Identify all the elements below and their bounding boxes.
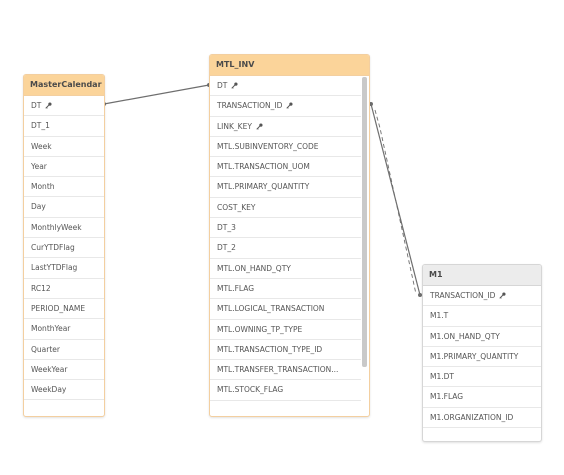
field-name: LastYTDFlag	[31, 263, 78, 273]
field-row[interactable]: LINK_KEY	[210, 117, 361, 137]
field-name: Quarter	[31, 344, 60, 354]
field-row[interactable]: DT_2	[210, 238, 361, 259]
field-name: DT_2	[217, 243, 236, 253]
field-name: Day	[31, 202, 46, 212]
field-name: TRANSACTION_ID	[217, 101, 283, 111]
link-dt	[103, 84, 210, 105]
field-row[interactable]: MTL.LOGICAL_TRANSACTION	[210, 299, 361, 320]
table-m1[interactable]: M1 TRANSACTION_ID M1.T M1.ON_HAND_QTY M1.PR…	[422, 264, 542, 442]
field-row[interactable]: TRANSACTION_ID	[423, 286, 541, 307]
field-row[interactable]: M1.FLAG	[423, 387, 541, 408]
field-name: TRANSACTION_ID	[430, 291, 496, 300]
field-row[interactable]: DT_3	[210, 218, 361, 239]
field-row[interactable]: DT_1	[24, 116, 104, 137]
field-row[interactable]: MTL.TRANSFER_TRANSACTION...	[210, 360, 361, 381]
field-row[interactable]: Year	[24, 157, 104, 178]
field-name: M1.ON_HAND_QTY	[430, 331, 500, 341]
field-name: MTL.FLAG	[217, 283, 255, 293]
link-transaction-id-dashed	[374, 109, 417, 295]
field-row[interactable]: Month	[24, 177, 104, 198]
field-row[interactable]: MTL.FLAG	[210, 279, 361, 300]
key-icon	[45, 102, 52, 109]
field-name: MTL.SUBINVENTORY_CODE	[217, 141, 319, 151]
field-row[interactable]: MTL.TRANSACTION_UOM	[210, 157, 361, 178]
field-name: PERIOD_NAME	[31, 303, 86, 313]
field-row[interactable]: MTL.PRIMARY_QUANTITY	[210, 177, 361, 198]
field-name: Year	[31, 161, 47, 171]
field-name: COST_KEY	[217, 202, 256, 212]
field-name: MonthlyWeek	[31, 222, 82, 232]
field-name: MTL.OWNING_TP_TYPE	[217, 324, 303, 334]
key-icon	[256, 123, 263, 130]
field-row[interactable]: DT	[24, 96, 104, 117]
field-row[interactable]: M1.PRIMARY_QUANTITY	[423, 347, 541, 368]
link-transaction-id	[370, 103, 421, 296]
field-list: DT DT_1 Week Year Month Day MonthlyWeek CurYTDF…	[24, 96, 104, 401]
field-name: CurYTDFlag	[31, 243, 75, 253]
field-name: M1.ORGANIZATION_ID	[430, 412, 514, 422]
key-icon	[231, 82, 238, 89]
field-name: LINK_KEY	[217, 121, 252, 131]
field-name: WeekDay	[31, 385, 67, 395]
field-name: DT	[31, 101, 42, 110]
table-mtl-inv[interactable]: MTL_INV DT TRANSACTION_ID LINK_KEY MTL.SUBI…	[209, 54, 370, 417]
field-row[interactable]: MTL.ON_HAND_QTY	[210, 259, 361, 279]
field-name: WeekYear	[31, 364, 68, 374]
field-name: MTL.TRANSACTION_TYPE_ID	[217, 344, 323, 354]
field-name: M1.FLAG	[430, 392, 464, 402]
field-name: DT	[217, 81, 228, 90]
field-row[interactable]: CurYTDFlag	[24, 238, 104, 259]
field-row[interactable]: Week	[24, 137, 104, 157]
field-name: DT_3	[217, 223, 236, 233]
field-row[interactable]: MTL.SUBINVENTORY_CODE	[210, 137, 361, 158]
field-name: MTL.TRANSFER_TRANSACTION...	[217, 365, 339, 375]
field-name: MTL.TRANSACTION_UOM	[217, 162, 310, 172]
field-row[interactable]: TRANSACTION_ID	[210, 96, 361, 117]
key-icon	[499, 292, 506, 299]
table-master-calendar[interactable]: MasterCalendar DT DT_1 Week Year Month Day Mon…	[23, 74, 105, 417]
field-row[interactable]: MTL.TRANSACTION_TYPE_ID	[210, 340, 361, 361]
field-row[interactable]: PERIOD_NAME	[24, 299, 104, 320]
field-row[interactable]: WeekYear	[24, 360, 104, 381]
field-row[interactable]: Quarter	[24, 340, 104, 360]
field-row[interactable]: LastYTDFlag	[24, 258, 104, 279]
field-row[interactable]: Day	[24, 197, 104, 218]
field-name: RC12	[31, 283, 51, 293]
table-title: MTL_INV	[210, 55, 369, 76]
field-row[interactable]: WeekDay	[24, 380, 104, 401]
field-row[interactable]: MonthlyWeek	[24, 218, 104, 239]
field-row[interactable]: M1.ON_HAND_QTY	[423, 327, 541, 347]
field-list: DT TRANSACTION_ID LINK_KEY MTL.SUBINVENTORY…	[210, 76, 361, 401]
field-row[interactable]: RC12	[24, 279, 104, 299]
field-row[interactable]: MTL.OWNING_TP_TYPE	[210, 320, 361, 340]
field-row[interactable]: COST_KEY	[210, 198, 361, 219]
field-name: MTL.LOGICAL_TRANSACTION	[217, 304, 325, 314]
field-name: MTL.STOCK_FLAG	[217, 385, 284, 395]
field-row[interactable]: MonthYear	[24, 319, 104, 340]
key-icon	[286, 102, 293, 109]
field-row[interactable]: M1.T	[423, 306, 541, 327]
field-name: MTL.PRIMARY_QUANTITY	[217, 182, 310, 192]
field-row[interactable]: MTL.STOCK_FLAG	[210, 380, 361, 401]
scrollbar[interactable]	[362, 77, 367, 367]
field-list: TRANSACTION_ID M1.T M1.ON_HAND_QTY M1.PRIMA…	[423, 286, 541, 429]
field-row[interactable]: DT	[210, 76, 361, 97]
field-name: Week	[31, 141, 52, 151]
field-row[interactable]: M1.ORGANIZATION_ID	[423, 408, 541, 429]
table-title: MasterCalendar	[24, 75, 104, 96]
field-row[interactable]: M1.DT	[423, 367, 541, 388]
field-name: M1.PRIMARY_QUANTITY	[430, 351, 519, 361]
field-name: M1.DT	[430, 372, 454, 382]
field-name: MTL.ON_HAND_QTY	[217, 263, 291, 273]
field-name: M1.T	[430, 311, 449, 321]
field-name: MonthYear	[31, 324, 71, 334]
table-title: M1	[423, 265, 541, 286]
field-name: DT_1	[31, 121, 50, 131]
field-name: Month	[31, 182, 55, 192]
